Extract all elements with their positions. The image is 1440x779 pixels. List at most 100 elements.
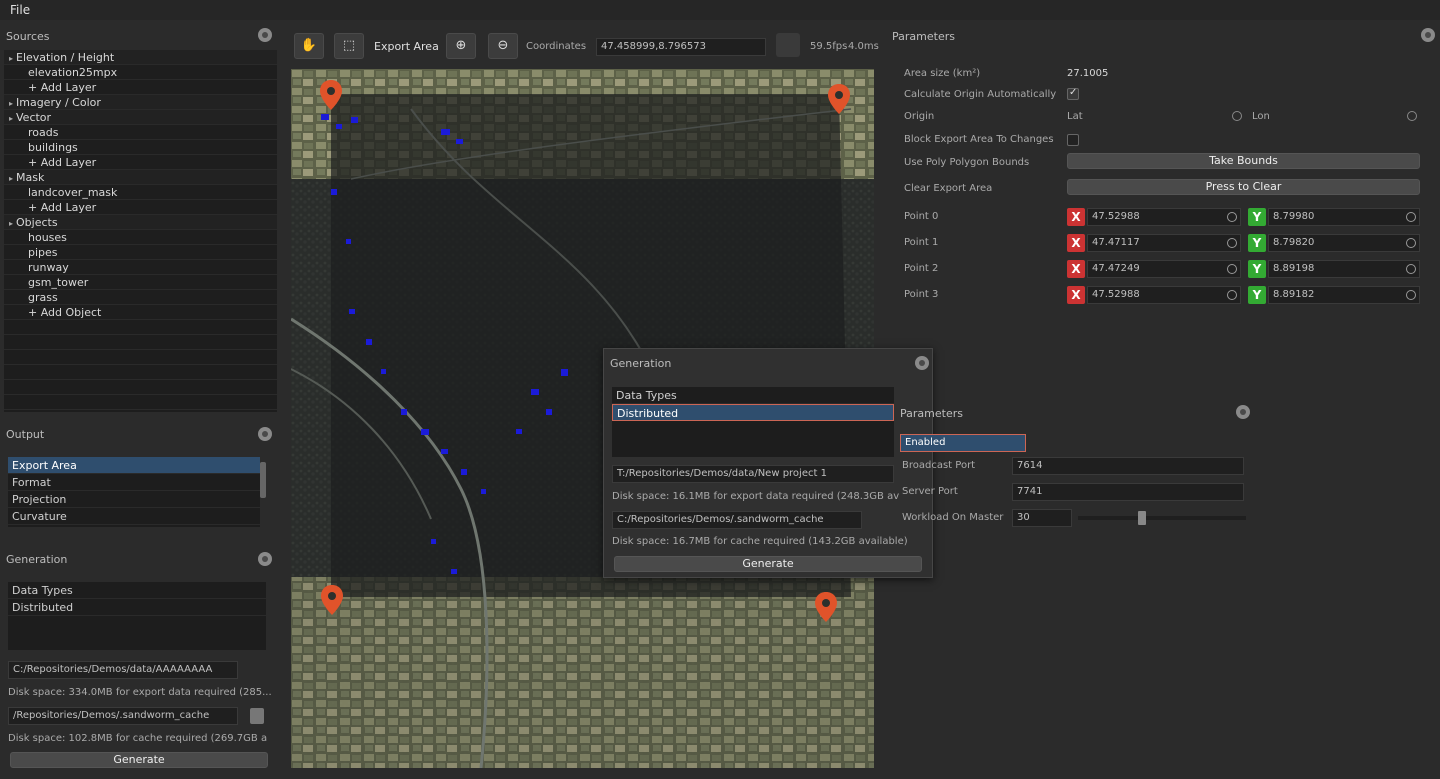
- server-port-field[interactable]: 7741: [1012, 483, 1244, 501]
- workload-field[interactable]: 30: [1012, 509, 1072, 527]
- point-x-field[interactable]: 47.47249: [1087, 260, 1241, 278]
- gear-icon[interactable]: [1236, 405, 1250, 419]
- press-clear-button[interactable]: Press to Clear: [1067, 179, 1420, 195]
- tree-category[interactable]: ▸ Imagery / Color: [4, 95, 277, 110]
- tree-item[interactable]: landcover_mask: [4, 185, 277, 200]
- point-x-value: 47.52988: [1092, 211, 1140, 222]
- output-item[interactable]: Export Area: [8, 457, 260, 474]
- mode-select[interactable]: Enabled: [900, 434, 1026, 452]
- gear-icon[interactable]: [258, 552, 272, 566]
- calc-origin-checkbox[interactable]: ✓: [1067, 87, 1079, 100]
- expand-arrow-icon[interactable]: ▸: [6, 216, 16, 231]
- x-axis-icon: X: [1067, 234, 1085, 252]
- refresh-icon[interactable]: [1406, 290, 1416, 300]
- expand-arrow-icon[interactable]: ▸: [6, 171, 16, 186]
- tree-label: + Add Object: [28, 306, 102, 319]
- map-pin-icon[interactable]: [828, 84, 850, 114]
- refresh-icon[interactable]: [1407, 111, 1417, 121]
- point-x-field[interactable]: 47.47117: [1087, 234, 1241, 252]
- tree-item[interactable]: + Add Layer: [4, 80, 277, 95]
- refresh-icon[interactable]: [1227, 238, 1237, 248]
- refresh-icon[interactable]: [1406, 264, 1416, 274]
- tree-item[interactable]: gsm_tower: [4, 275, 277, 290]
- tree-item[interactable]: elevation25mpx: [4, 65, 277, 80]
- take-bounds-button[interactable]: Take Bounds: [1067, 153, 1420, 169]
- refresh-icon[interactable]: [1232, 111, 1242, 121]
- list-item[interactable]: Data Types: [8, 582, 266, 599]
- select-cursor-icon[interactable]: ⬚: [334, 33, 364, 59]
- tree-label: elevation25mpx: [28, 66, 118, 79]
- map-pin-icon[interactable]: [815, 592, 837, 622]
- expand-arrow-icon[interactable]: ▸: [6, 111, 16, 126]
- gen-float-cache-path[interactable]: C:/Repositories/Demos/.sandworm_cache: [612, 511, 862, 529]
- export-path-field[interactable]: C:/Repositories/Demos/data/AAAAAAAA: [8, 661, 238, 679]
- cache-path-field[interactable]: /Repositories/Demos/.sandworm_cache: [8, 707, 238, 725]
- point-y-field[interactable]: 8.79820: [1268, 234, 1420, 252]
- tree-item[interactable]: grass: [4, 290, 277, 305]
- zoom-out-icon[interactable]: ⊖: [488, 33, 518, 59]
- gear-icon[interactable]: [258, 28, 272, 42]
- tree-item[interactable]: + Add Layer: [4, 200, 277, 215]
- use-poly-label: Use Poly Polygon Bounds: [904, 157, 1030, 168]
- zoom-in-icon[interactable]: ⊕: [446, 33, 476, 59]
- coordinates-field[interactable]: 47.458999,8.796573: [596, 38, 766, 56]
- slider-thumb[interactable]: [1138, 511, 1146, 525]
- workload-slider[interactable]: [1078, 511, 1246, 525]
- output-scrollbar[interactable]: [260, 462, 266, 498]
- tree-category[interactable]: ▸ Mask: [4, 170, 277, 185]
- tree-item[interactable]: buildings: [4, 140, 277, 155]
- refresh-icon[interactable]: [1406, 238, 1416, 248]
- generation-float-panel[interactable]: Generation Data Types Distributed T:/Rep…: [603, 348, 933, 578]
- list-item[interactable]: Distributed: [8, 599, 266, 616]
- x-axis-icon: X: [1067, 260, 1085, 278]
- point-y-field[interactable]: 8.79980: [1268, 208, 1420, 226]
- tree-label: + Add Layer: [28, 81, 97, 94]
- output-list: Export Area Format Projection Curvature: [8, 457, 260, 527]
- export-disk-label: Disk space: 334.0MB for export data requ…: [8, 687, 272, 698]
- expand-arrow-icon[interactable]: ▸: [6, 51, 16, 66]
- refresh-icon[interactable]: [1227, 264, 1237, 274]
- tree-category[interactable]: ▸ Objects: [4, 215, 277, 230]
- block-export-checkbox[interactable]: [1067, 134, 1079, 146]
- list-item[interactable]: Distributed: [612, 404, 894, 421]
- tree-item[interactable]: pipes: [4, 245, 277, 260]
- gen-float-generate-button[interactable]: Generate: [614, 556, 922, 572]
- point-x-field[interactable]: 47.52988: [1087, 286, 1241, 304]
- point-x-value: 47.47249: [1092, 263, 1140, 274]
- tree-item[interactable]: roads: [4, 125, 277, 140]
- output-item[interactable]: Projection: [8, 491, 260, 508]
- menu-file[interactable]: File: [10, 3, 30, 17]
- point-y-field[interactable]: 8.89198: [1268, 260, 1420, 278]
- tree-item[interactable]: + Add Object: [4, 305, 277, 320]
- map-pin-icon[interactable]: [321, 585, 343, 615]
- gen-float-export-path[interactable]: T:/Repositories/Demos/data/New project 1: [612, 465, 894, 483]
- point-y-field[interactable]: 8.89182: [1268, 286, 1420, 304]
- point-label: Point 2: [904, 263, 939, 274]
- refresh-icon[interactable]: [1406, 212, 1416, 222]
- gear-icon[interactable]: [258, 427, 272, 441]
- tree-item[interactable]: runway: [4, 260, 277, 275]
- tree-empty-row: [4, 395, 277, 410]
- hand-pan-icon[interactable]: ✋: [294, 33, 324, 59]
- gear-icon[interactable]: [915, 356, 929, 370]
- refresh-icon[interactable]: [1227, 290, 1237, 300]
- tree-item[interactable]: houses: [4, 230, 277, 245]
- origin-lon-label: Lon: [1252, 111, 1270, 122]
- expand-arrow-icon[interactable]: ▸: [6, 96, 16, 111]
- refresh-icon[interactable]: [1227, 212, 1237, 222]
- sources-tree: ▸ Elevation / Height elevation25mpx + Add L…: [4, 50, 277, 412]
- generate-button[interactable]: Generate: [10, 752, 268, 768]
- map-pin-icon[interactable]: [320, 80, 342, 110]
- tree-item[interactable]: + Add Layer: [4, 155, 277, 170]
- trash-icon[interactable]: [250, 708, 264, 724]
- tree-category[interactable]: ▸ Vector: [4, 110, 277, 125]
- camera-icon[interactable]: [776, 33, 800, 57]
- point-x-field[interactable]: 47.52988: [1087, 208, 1241, 226]
- output-item[interactable]: Curvature: [8, 508, 260, 525]
- gear-icon[interactable]: [1421, 28, 1435, 42]
- broadcast-port-field[interactable]: 7614: [1012, 457, 1244, 475]
- tree-category[interactable]: ▸ Elevation / Height: [4, 50, 277, 65]
- export-area-mode[interactable]: Export Area: [374, 40, 439, 53]
- list-item[interactable]: Data Types: [612, 387, 894, 404]
- output-item[interactable]: Format: [8, 474, 260, 491]
